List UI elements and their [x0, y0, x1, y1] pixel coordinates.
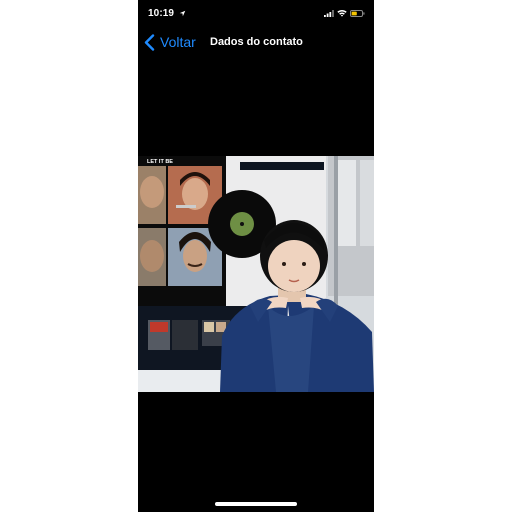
- status-bar: 10:19: [138, 0, 374, 28]
- home-indicator[interactable]: [215, 502, 297, 506]
- back-button[interactable]: Voltar: [144, 31, 196, 53]
- contact-photo: LET IT BE: [138, 156, 374, 392]
- navigation-bar: Voltar Dados do contato: [138, 28, 374, 56]
- wifi-icon: [337, 9, 347, 17]
- chevron-left-icon: [144, 33, 155, 51]
- location-icon: [179, 10, 186, 17]
- status-time: 10:19: [148, 8, 175, 19]
- poster-title: LET IT BE: [147, 159, 173, 165]
- battery-icon: [350, 10, 365, 17]
- page-title: Dados do contato: [210, 36, 303, 48]
- phone-screen: 10:19 Voltar Dados do contato LET IT BE: [138, 0, 374, 512]
- signal-icon: [324, 10, 334, 17]
- back-button-label: Voltar: [160, 34, 196, 50]
